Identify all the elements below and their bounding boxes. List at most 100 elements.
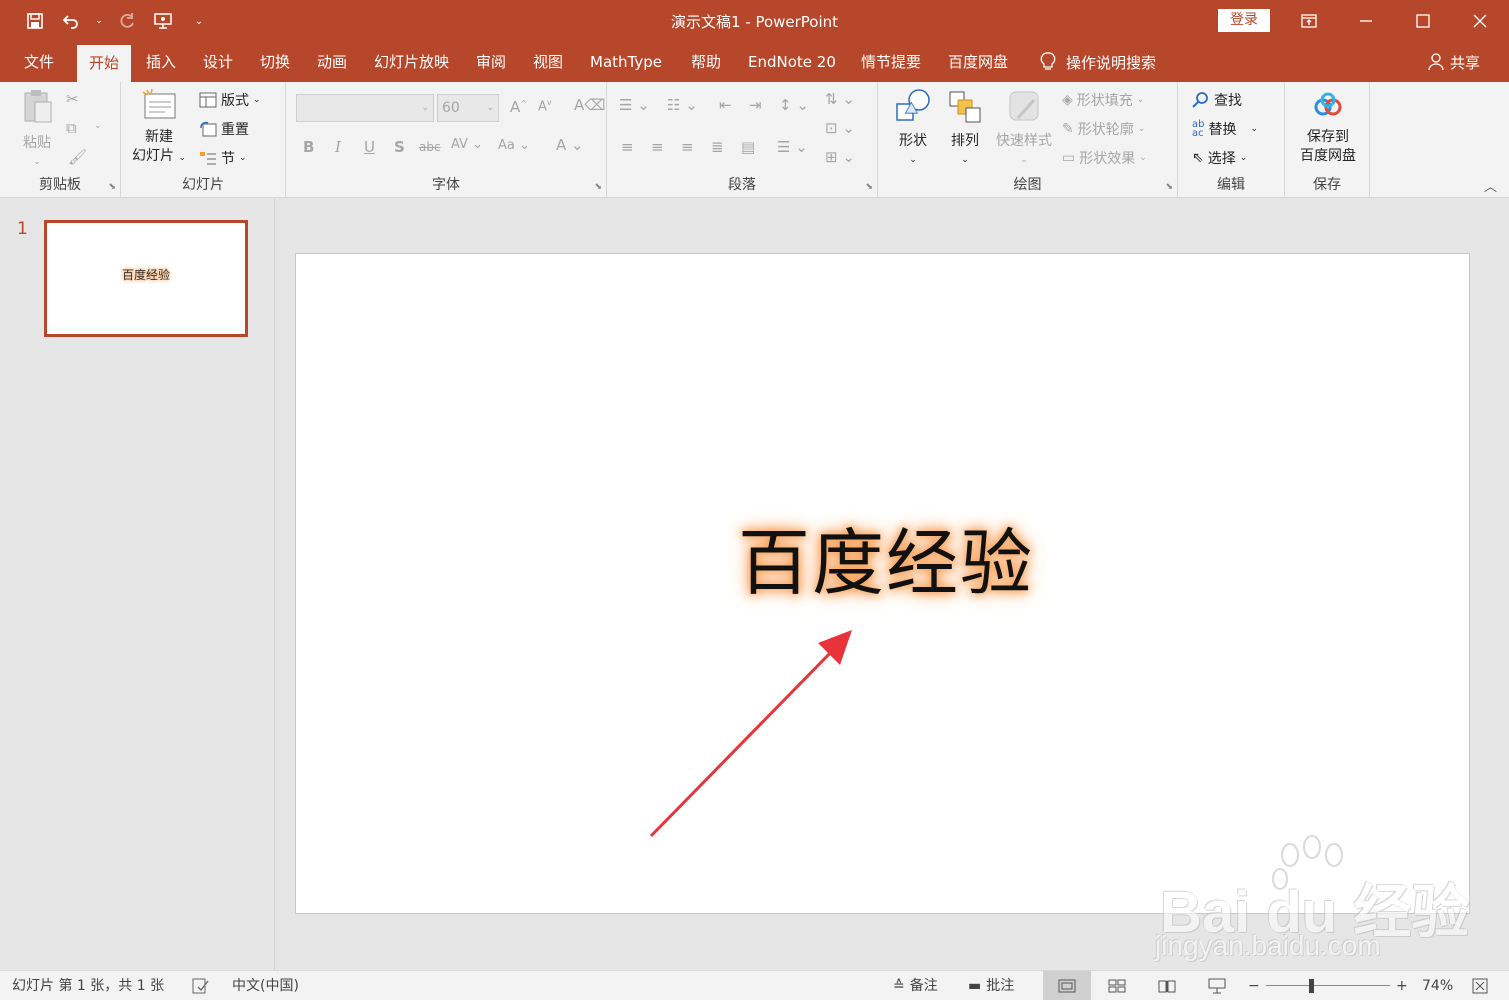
increase-font-icon[interactable]: A^ xyxy=(510,98,527,116)
new-slide-button[interactable]: 新建 幻灯片 ⌄ xyxy=(131,88,187,168)
cut-icon[interactable]: ✂ xyxy=(66,90,79,108)
share-button[interactable]: 共享 xyxy=(1428,42,1480,82)
zoom-slider-thumb[interactable] xyxy=(1309,979,1314,993)
reset-button[interactable]: 重置 xyxy=(199,119,249,139)
underline-icon[interactable]: U xyxy=(364,138,375,156)
layout-label: 版式 xyxy=(221,93,249,109)
zoom-in-icon[interactable]: + xyxy=(1396,971,1408,1000)
tab-file[interactable]: 文件 xyxy=(24,42,54,82)
shadow-icon[interactable]: S xyxy=(394,138,405,156)
zoom-out-icon[interactable]: − xyxy=(1248,971,1260,1000)
slide-thumbnail[interactable]: 百度经验 xyxy=(44,220,248,337)
align-left-icon[interactable]: ≡ xyxy=(621,138,634,156)
copy-dropdown-icon[interactable]: ⌄ xyxy=(94,121,102,131)
tab-mathtype[interactable]: MathType xyxy=(590,42,662,82)
align-text-icon[interactable]: ⊡ ⌄ xyxy=(825,119,855,137)
paragraph-launcher-icon[interactable]: ⬊ xyxy=(865,182,873,192)
notes-icon: ≙ xyxy=(893,978,905,994)
minimize-icon[interactable] xyxy=(1337,0,1394,42)
tab-design[interactable]: 设计 xyxy=(203,42,233,82)
maximize-icon[interactable] xyxy=(1394,0,1451,42)
tab-insert[interactable]: 插入 xyxy=(146,42,176,82)
font-size-combo[interactable]: 60 ⌄ xyxy=(437,94,499,122)
font-color-icon[interactable]: A ⌄ xyxy=(556,136,584,154)
fit-to-window-icon[interactable] xyxy=(1472,971,1488,1000)
slideshow-view-icon[interactable] xyxy=(1193,971,1241,1000)
clipboard-launcher-icon[interactable]: ⬊ xyxy=(108,182,116,192)
tab-help[interactable]: 帮助 xyxy=(691,42,721,82)
save-icon[interactable] xyxy=(22,8,48,34)
language-indicator[interactable]: 中文(中国) xyxy=(232,971,299,1000)
smartart-icon[interactable]: ⊞ ⌄ xyxy=(825,148,855,166)
line-spacing-icon[interactable]: ↕ ⌄ xyxy=(779,96,809,114)
present-icon[interactable] xyxy=(150,8,176,34)
find-button[interactable]: 查找 xyxy=(1192,90,1242,110)
paste-button[interactable]: 粘贴 ⌄ xyxy=(16,88,58,172)
font-name-combo[interactable]: ⌄ xyxy=(296,94,434,122)
normal-view-icon[interactable] xyxy=(1043,971,1091,1000)
format-painter-icon[interactable]: 🖌 xyxy=(68,148,87,166)
bullets-icon[interactable]: ☰ ⌄ xyxy=(619,96,650,114)
increase-indent-icon[interactable]: ⇥ xyxy=(749,96,762,114)
shape-outline-button[interactable]: ✎ 形状轮廓 ⌄ xyxy=(1062,119,1145,139)
quick-styles-button[interactable]: 快速样式 ⌄ xyxy=(992,88,1056,170)
decrease-font-icon[interactable]: Av xyxy=(538,98,552,114)
reading-view-icon[interactable] xyxy=(1143,971,1191,1000)
tab-slideshow[interactable]: 幻灯片放映 xyxy=(374,42,449,82)
justify-icon[interactable]: ≣ xyxy=(711,138,724,156)
undo-dropdown-icon[interactable]: ⌄ xyxy=(94,8,104,34)
columns-icon[interactable]: ☰ ⌄ xyxy=(777,138,808,156)
slide-title-text[interactable]: 百度经验 xyxy=(736,504,1036,609)
tab-view[interactable]: 视图 xyxy=(533,42,563,82)
bold-icon[interactable]: B xyxy=(303,138,314,156)
tab-endnote[interactable]: EndNote 20 xyxy=(748,42,836,82)
decrease-indent-icon[interactable]: ⇤ xyxy=(719,96,732,114)
spell-check-icon[interactable] xyxy=(192,971,210,1000)
shapes-button[interactable]: 形状 ⌄ xyxy=(888,88,938,170)
slide-canvas[interactable]: 百度经验 xyxy=(295,253,1470,914)
tab-home[interactable]: 开始 xyxy=(77,45,132,82)
clear-formatting-icon[interactable]: A⌫ xyxy=(574,96,605,114)
tab-review[interactable]: 审阅 xyxy=(476,42,506,82)
change-case-icon[interactable]: Aa ⌄ xyxy=(498,138,530,153)
comments-button[interactable]: ▬ 批注 xyxy=(968,971,1014,1000)
zoom-level[interactable]: 74% xyxy=(1422,971,1453,1000)
close-icon[interactable] xyxy=(1451,0,1508,42)
tab-animations[interactable]: 动画 xyxy=(317,42,347,82)
reset-icon xyxy=(200,121,217,137)
redo-icon[interactable] xyxy=(114,8,140,34)
ribbon-tabs: 文件 开始 插入 设计 切换 动画 幻灯片放映 审阅 视图 MathType 帮… xyxy=(0,42,1509,82)
section-button[interactable]: 节 ⌄ xyxy=(199,148,247,168)
shape-fill-button[interactable]: ◈ 形状填充 ⌄ xyxy=(1062,90,1144,110)
tab-transitions[interactable]: 切换 xyxy=(260,42,290,82)
character-spacing-icon[interactable]: AV ⌄ xyxy=(451,137,483,152)
person-icon xyxy=(1428,53,1444,71)
customize-icon[interactable]: ⌄ xyxy=(186,8,212,34)
undo-icon[interactable] xyxy=(58,8,84,34)
notes-button[interactable]: ≙ 备注 xyxy=(893,971,938,1000)
zoom-slider-track[interactable] xyxy=(1266,985,1390,986)
arrange-button[interactable]: 排列 ⌄ xyxy=(942,88,988,170)
ribbon-display-icon[interactable] xyxy=(1280,0,1337,42)
align-center-icon[interactable]: ≡ xyxy=(651,138,664,156)
drawing-launcher-icon[interactable]: ⬊ xyxy=(1165,182,1173,192)
slide-sorter-icon[interactable] xyxy=(1093,971,1141,1000)
copy-icon[interactable]: ⧉ xyxy=(66,119,77,137)
select-button[interactable]: ⇖ 选择 ⌄ xyxy=(1192,148,1247,168)
italic-icon[interactable]: I xyxy=(335,138,341,156)
replace-button[interactable]: ab ac 替换 ⌄ xyxy=(1192,119,1258,139)
tab-storyboard[interactable]: 情节提要 xyxy=(861,42,921,82)
login-button[interactable]: 登录 xyxy=(1218,9,1270,32)
font-launcher-icon[interactable]: ⬊ xyxy=(594,182,602,192)
align-right-icon[interactable]: ≡ xyxy=(681,138,694,156)
tab-baidu-netdisk[interactable]: 百度网盘 xyxy=(948,42,1008,82)
save-to-baidu-button[interactable]: 保存到 百度网盘 xyxy=(1293,92,1363,166)
distributed-icon[interactable]: ▤ xyxy=(741,138,755,156)
text-direction-icon[interactable]: ⇅ ⌄ xyxy=(825,90,855,108)
collapse-ribbon-icon[interactable]: ︿ xyxy=(1484,176,1497,195)
shape-effects-button[interactable]: ▭ 形状效果 ⌄ xyxy=(1062,148,1147,168)
layout-button[interactable]: 版式 ⌄ xyxy=(199,90,261,110)
strikethrough-icon[interactable]: abc xyxy=(419,140,441,154)
tell-me-search[interactable]: 操作说明搜索 xyxy=(1040,42,1156,82)
numbering-icon[interactable]: ☷ ⌄ xyxy=(667,96,698,114)
